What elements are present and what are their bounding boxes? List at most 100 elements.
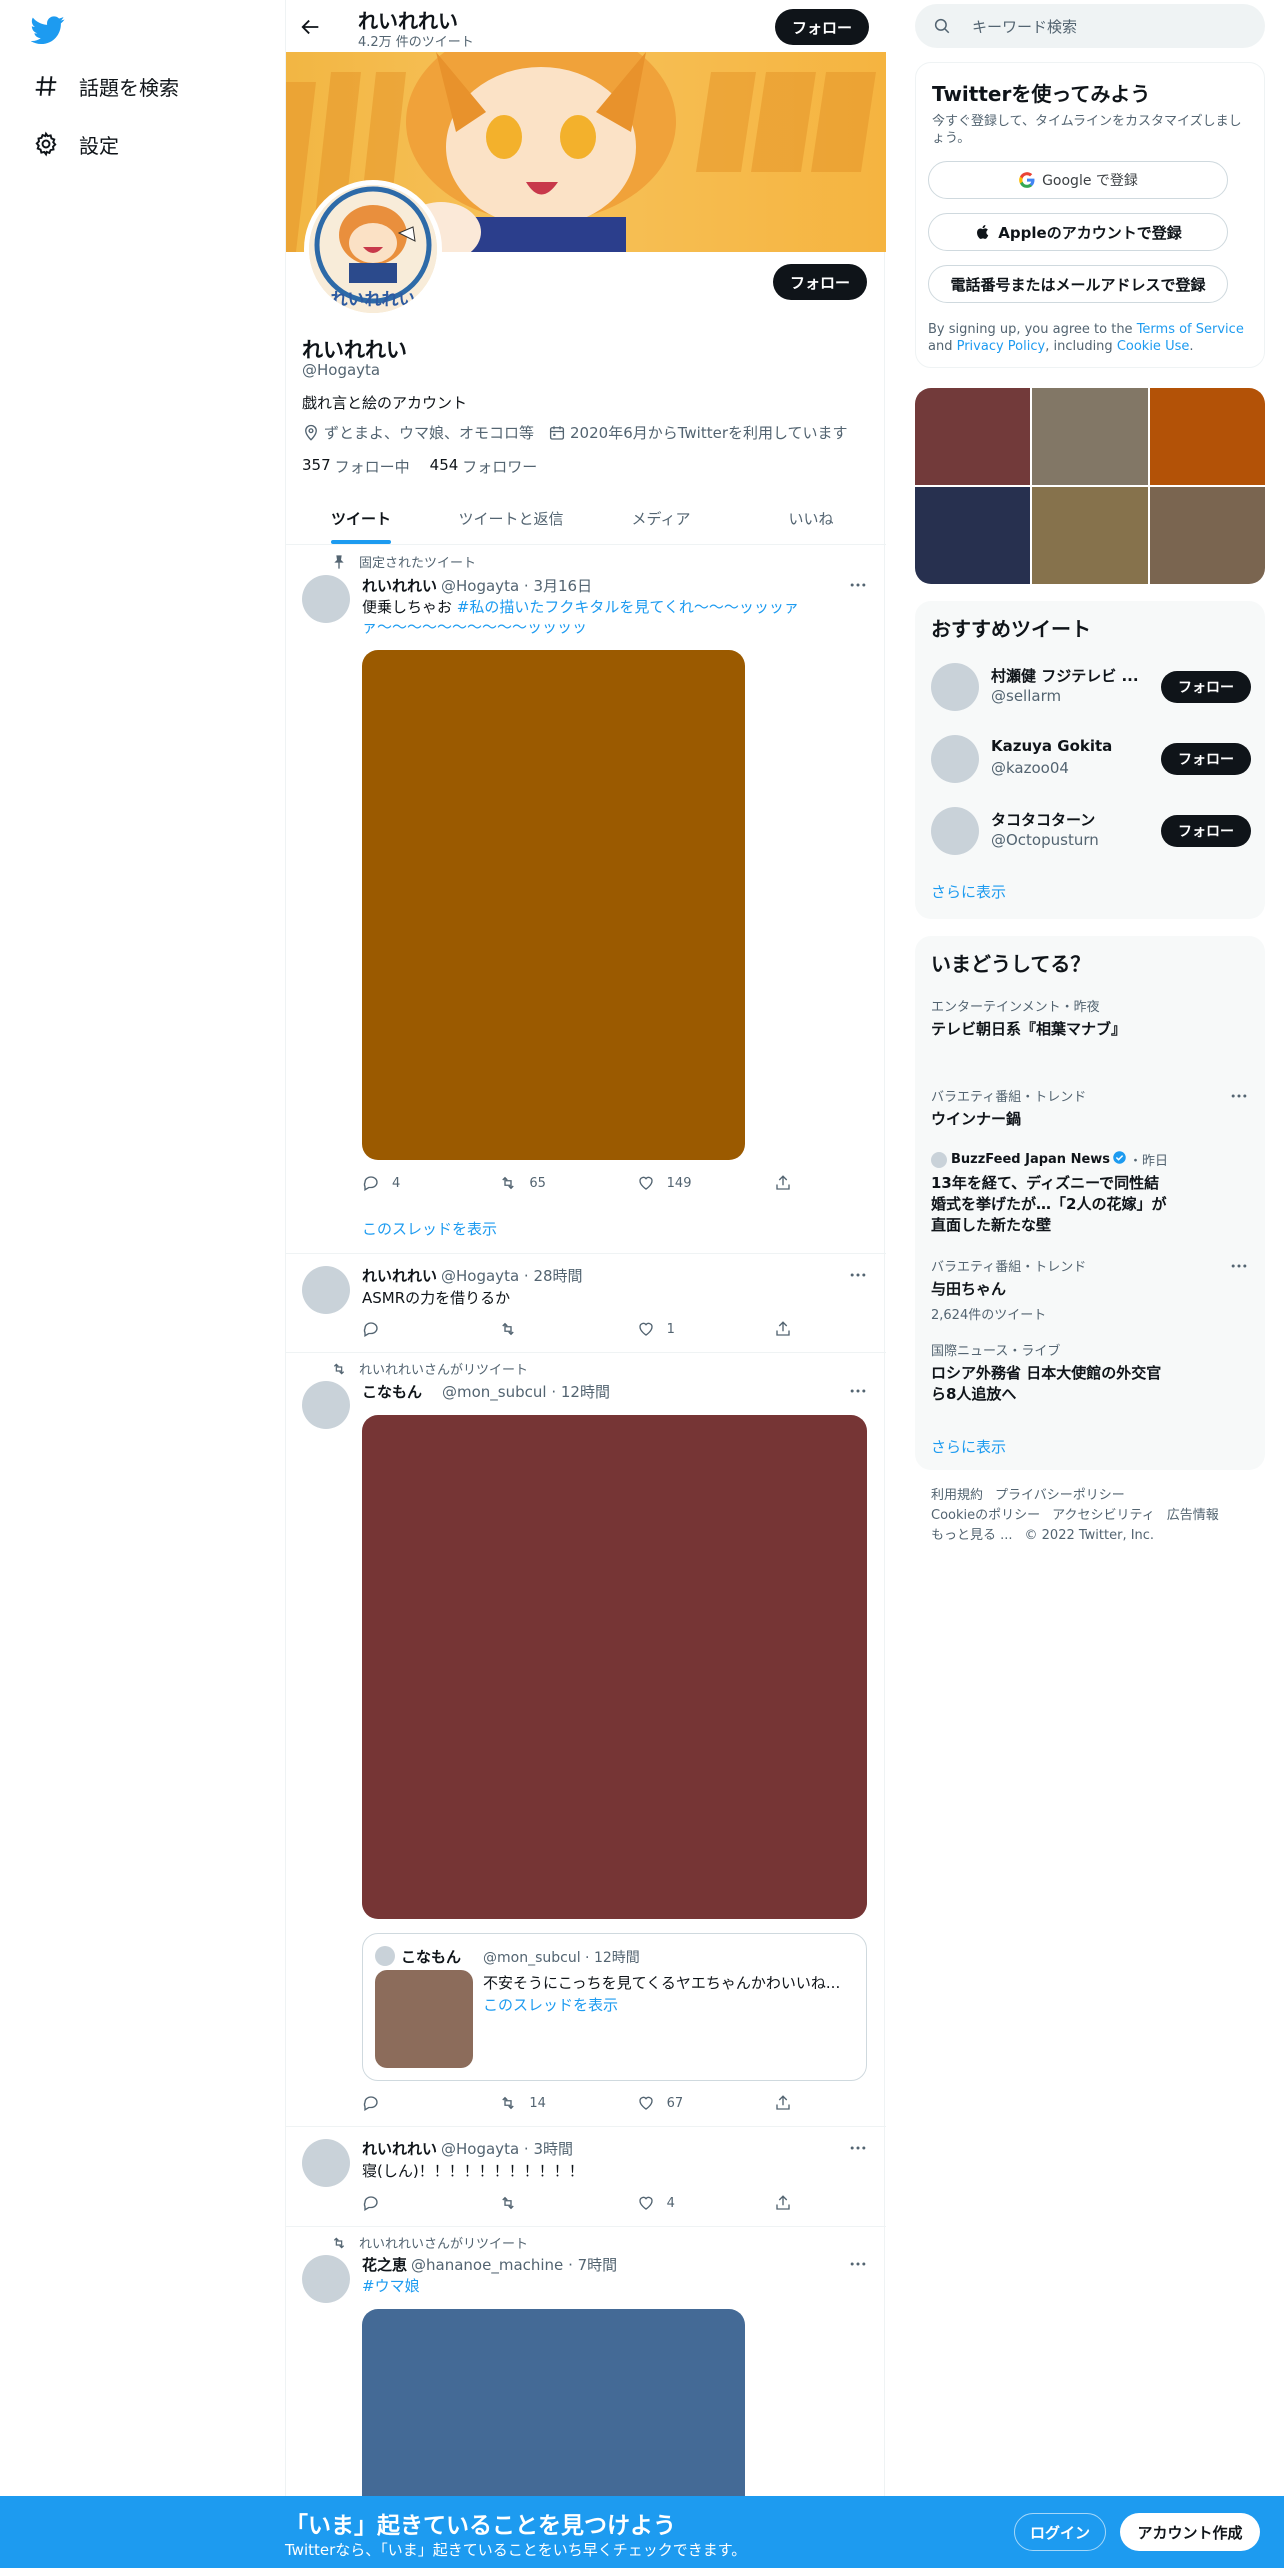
footer-link[interactable]: アクセシビリティ bbox=[1052, 1508, 1155, 1523]
more-options-icon[interactable] bbox=[848, 2254, 868, 2274]
retweet-button[interactable]: 65 bbox=[499, 1174, 599, 1192]
show-more-link[interactable]: さらに表示 bbox=[931, 1436, 1006, 1457]
media-grid-thumbnail[interactable] bbox=[1032, 388, 1148, 485]
show-more-link[interactable]: さらに表示 bbox=[931, 881, 1006, 902]
share-button[interactable] bbox=[774, 2194, 792, 2212]
phone-email-signup-button[interactable]: 電話番号またはメールアドレスで登録 bbox=[928, 265, 1228, 303]
header-follow-button[interactable]: フォロー bbox=[775, 9, 869, 45]
create-account-button[interactable]: アカウント作成 bbox=[1120, 2513, 1260, 2551]
follow-button[interactable]: フォロー bbox=[1161, 743, 1251, 775]
reply-button[interactable]: 4 bbox=[362, 1174, 462, 1192]
cookie-link[interactable]: Cookie Use bbox=[1117, 339, 1190, 354]
privacy-link[interactable]: Privacy Policy bbox=[957, 339, 1046, 354]
tweet-author-handle[interactable]: @mon_subcul bbox=[442, 1383, 547, 1401]
sidebar-item-settings[interactable]: 設定 bbox=[33, 124, 119, 164]
followers-link[interactable]: 454 フォロワー bbox=[430, 456, 538, 477]
reply-button[interactable] bbox=[362, 2194, 462, 2212]
tweet-time[interactable]: 7時間 bbox=[578, 2256, 618, 2274]
more-options-icon[interactable] bbox=[848, 1265, 868, 1285]
tweet-time[interactable]: 3時間 bbox=[533, 2140, 573, 2158]
tweet-time[interactable]: 12時間 bbox=[561, 1383, 610, 1401]
like-button[interactable]: 149 bbox=[637, 1174, 737, 1192]
retweet-button[interactable] bbox=[499, 1320, 599, 1338]
profile-follow-button[interactable]: フォロー bbox=[773, 264, 867, 300]
reply-button[interactable] bbox=[362, 1320, 462, 1338]
tweet-author-handle[interactable]: @Hogayta bbox=[441, 1267, 519, 1285]
tweet-author-name[interactable]: 花之恵 bbox=[362, 2256, 407, 2274]
avatar[interactable] bbox=[302, 2139, 350, 2187]
more-options-icon[interactable] bbox=[848, 2138, 868, 2158]
follow-button[interactable]: フォロー bbox=[1161, 815, 1251, 847]
footer-link[interactable]: Cookieのポリシー bbox=[931, 1508, 1040, 1523]
tab-tweets[interactable]: ツイート bbox=[286, 492, 436, 544]
avatar[interactable] bbox=[302, 2255, 350, 2303]
profile-joined: 2020年6月からTwitterを利用しています bbox=[570, 424, 848, 442]
like-button[interactable]: 1 bbox=[637, 1320, 737, 1338]
tweet-author-name[interactable]: こなもん bbox=[362, 1383, 422, 1401]
footer-link[interactable]: もっと見る ... bbox=[931, 1528, 1013, 1543]
retweet-button[interactable]: 14 bbox=[499, 2094, 599, 2112]
recommend-user[interactable]: タコタコターン @Octopusturn フォロー bbox=[931, 801, 1251, 861]
tweet-actions: 14 67 bbox=[362, 2094, 792, 2112]
apple-signup-button[interactable]: Appleのアカウントで登録 bbox=[928, 213, 1228, 251]
follow-button[interactable]: フォロー bbox=[1161, 671, 1251, 703]
trend-item[interactable]: バラエティ番組・トレンド 与田ちゃん 2,624件のツイート bbox=[931, 1256, 1251, 1323]
show-thread-link[interactable]: このスレッドを表示 bbox=[362, 1218, 497, 1239]
share-button[interactable] bbox=[774, 1320, 792, 1338]
share-button[interactable] bbox=[774, 2094, 792, 2112]
back-arrow-icon[interactable] bbox=[300, 16, 322, 38]
more-options-icon[interactable] bbox=[848, 1381, 868, 1401]
media-grid-thumbnail[interactable] bbox=[1149, 388, 1265, 485]
tab-likes[interactable]: いいね bbox=[736, 492, 886, 544]
profile-avatar[interactable]: れいれれい bbox=[304, 180, 442, 318]
media-grid-thumbnail[interactable] bbox=[1149, 487, 1265, 584]
tweet-author-name[interactable]: れいれれい bbox=[362, 1267, 437, 1285]
terms-link[interactable]: Terms of Service bbox=[1137, 322, 1244, 337]
tweet-time[interactable]: 3月16日 bbox=[533, 577, 592, 595]
twitter-logo-icon[interactable] bbox=[31, 13, 65, 47]
more-options-icon[interactable] bbox=[1229, 1086, 1249, 1106]
avatar[interactable] bbox=[302, 1381, 350, 1429]
trend-meta: バラエティ番組・トレンド bbox=[931, 1260, 1087, 1275]
media-grid-thumbnail[interactable] bbox=[1032, 487, 1148, 584]
media-grid-thumbnail[interactable] bbox=[915, 487, 1031, 584]
tweet-time[interactable]: 28時間 bbox=[533, 1267, 582, 1285]
share-button[interactable] bbox=[774, 1174, 792, 1192]
tweet-author-handle[interactable]: @hananoe_machine bbox=[411, 2256, 563, 2274]
reply-button[interactable] bbox=[362, 2094, 462, 2112]
tab-tweets-and-replies[interactable]: ツイートと返信 bbox=[436, 492, 586, 544]
trend-item[interactable]: 国際ニュース・ライブ ロシア外務省 日本大使館の外交官ら8人追放へ bbox=[931, 1340, 1251, 1405]
quoted-tweet[interactable]: こなもん @mon_subcul · 12時間 不安そうにこっちを見てくるヤエち… bbox=[362, 1933, 867, 2081]
avatar[interactable] bbox=[302, 1266, 350, 1314]
avatar[interactable] bbox=[302, 575, 350, 623]
sidebar-item-explore[interactable]: 話題を検索 bbox=[33, 66, 179, 106]
recommend-user[interactable]: Kazuya Gokita @kazoo04 フォロー bbox=[931, 729, 1251, 789]
footer-link[interactable]: 広告情報 bbox=[1167, 1508, 1219, 1523]
retweet-button[interactable] bbox=[499, 2194, 599, 2212]
search-bar[interactable]: キーワード検索 bbox=[915, 4, 1265, 48]
tab-media[interactable]: メディア bbox=[586, 492, 736, 544]
google-signup-button[interactable]: Google で登録 bbox=[928, 161, 1228, 199]
tweet-author-name[interactable]: れいれれい bbox=[362, 577, 437, 595]
tweet-author-handle[interactable]: @Hogayta bbox=[441, 2140, 519, 2158]
media-grid-thumbnail[interactable] bbox=[915, 388, 1031, 485]
like-button[interactable]: 4 bbox=[637, 2194, 737, 2212]
footer-link[interactable]: プライバシーポリシー bbox=[995, 1488, 1125, 1503]
show-thread-link[interactable]: このスレッドを表示 bbox=[483, 1994, 618, 2015]
trend-item[interactable]: エンターテインメント・昨夜 テレビ朝日系『相葉マナブ』 bbox=[931, 996, 1251, 1040]
more-options-icon[interactable] bbox=[1229, 1256, 1249, 1276]
hashtag-link[interactable]: #ウマ娘 bbox=[362, 2276, 842, 2296]
recommend-user[interactable]: 村瀬健 フジテレビ ... @sellarm フォロー bbox=[931, 657, 1251, 717]
login-button[interactable]: ログイン bbox=[1014, 2513, 1106, 2551]
like-button[interactable]: 67 bbox=[637, 2094, 737, 2112]
footer-link[interactable]: 利用規約 bbox=[931, 1488, 983, 1503]
tweet-media[interactable] bbox=[362, 650, 745, 1160]
more-options-icon[interactable] bbox=[848, 575, 868, 595]
pinned-context: 固定されたツイート bbox=[331, 552, 476, 571]
tweet-media[interactable] bbox=[362, 1415, 867, 1919]
following-link[interactable]: 357 フォロー中 bbox=[302, 456, 410, 477]
tweet-author-handle[interactable]: @Hogayta bbox=[441, 577, 519, 595]
tweet-author-name[interactable]: れいれれい bbox=[362, 2140, 437, 2158]
trend-item[interactable]: バラエティ番組・トレンド ウインナー鍋 bbox=[931, 1086, 1251, 1130]
news-item[interactable]: BuzzFeed Japan News ・昨日 13年を経て、ディズニーで同性結… bbox=[931, 1150, 1251, 1236]
